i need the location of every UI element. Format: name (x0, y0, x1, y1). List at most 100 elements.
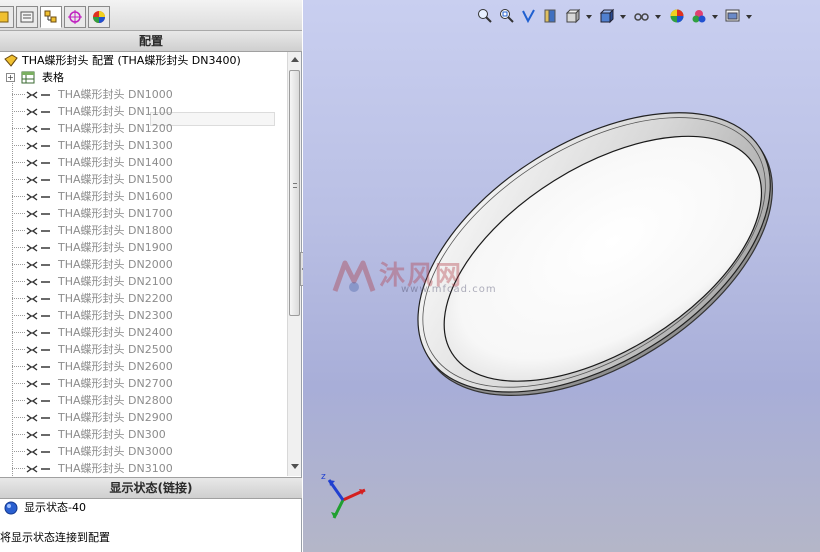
suppressed-dash-icon (41, 417, 50, 419)
dimxpert-icon (68, 10, 82, 24)
configuration-label: THA蝶形封头 DN2100 (58, 275, 173, 288)
suppressed-dash-icon (41, 366, 50, 368)
suppressed-dash-icon (41, 451, 50, 453)
configuration-label: THA蝶形封头 DN2400 (58, 326, 173, 339)
tree-connector (12, 417, 25, 418)
tab-configuration-manager[interactable] (40, 6, 62, 28)
configuration-row[interactable]: THA蝶形封头 DN1500 (0, 171, 287, 188)
configuration-icon (26, 448, 38, 456)
suppressed-dash-icon (41, 196, 50, 198)
configuration-row[interactable]: THA蝶形封头 DN2100 (0, 273, 287, 290)
configuration-label: THA蝶形封头 DN1700 (58, 207, 173, 220)
configuration-label: THA蝶形封头 DN3000 (58, 445, 173, 458)
configuration-icon (26, 465, 38, 473)
display-state-label: 显示状态-40 (24, 501, 86, 514)
configuration-row[interactable]: THA蝶形封头 DN1800 (0, 222, 287, 239)
tree-connector (12, 400, 25, 401)
suppressed-dash-icon (41, 468, 50, 470)
configuration-icon (26, 363, 38, 371)
configuration-label: THA蝶形封头 DN1300 (58, 139, 173, 152)
configuration-icon (26, 329, 38, 337)
expand-plus-icon[interactable]: + (6, 73, 15, 82)
tree-connector (12, 128, 25, 129)
configuration-row[interactable]: THA蝶形封头 DN2200 (0, 290, 287, 307)
display-manager-icon (93, 11, 105, 23)
suppressed-dash-icon (41, 213, 50, 215)
configuration-label: THA蝶形封头 DN1200 (58, 122, 173, 135)
configuration-row[interactable]: THA蝶形封头 DN1000 (0, 86, 287, 103)
configuration-icon (26, 346, 38, 354)
tab-display-manager[interactable] (88, 6, 110, 28)
configuration-row[interactable]: THA蝶形封头 DN300 (0, 426, 287, 443)
configuration-icon (26, 193, 38, 201)
configuration-row[interactable]: THA蝶形封头 DN2700 (0, 375, 287, 392)
tree-connector (12, 315, 25, 316)
configuration-row[interactable]: THA蝶形封头 DN2500 (0, 341, 287, 358)
axis-z-label: z (321, 472, 326, 482)
suppressed-dash-icon (41, 281, 50, 283)
configuration-row[interactable]: THA蝶形封头 DN2900 (0, 409, 287, 426)
tree-connector (12, 247, 25, 248)
configuration-manager-icon (44, 10, 57, 23)
tab-feature-manager[interactable] (0, 6, 14, 28)
tree-connector (12, 281, 25, 282)
suppressed-dash-icon (41, 94, 50, 96)
configuration-tree[interactable]: THA蝶形封头 配置 (THA蝶形封头 DN3400) + 表格 THA蝶形封头… (0, 52, 287, 476)
configuration-icon (26, 261, 38, 269)
configuration-row[interactable]: THA蝶形封头 DN1700 (0, 205, 287, 222)
configuration-icon (26, 312, 38, 320)
configurations-header: 配置 (0, 31, 302, 52)
configuration-icon (26, 159, 38, 167)
tree-connector (12, 434, 25, 435)
tree-scrollbar[interactable] (287, 52, 301, 476)
watermark-url: www.mfcad.com (401, 284, 497, 295)
configuration-icon (26, 431, 38, 439)
configuration-label: THA蝶形封头 DN1800 (58, 224, 173, 237)
configuration-row[interactable]: THA蝶形封头 DN2000 (0, 256, 287, 273)
display-state-icon (4, 501, 18, 515)
configuration-icon (26, 210, 38, 218)
graphics-area[interactable]: 沐风网 www.mfcad.com z (303, 0, 820, 552)
configuration-row[interactable]: THA蝶形封头 DN2300 (0, 307, 287, 324)
design-table-icon (21, 71, 35, 84)
configuration-row[interactable]: THA蝶形封头 DN2400 (0, 324, 287, 341)
configuration-row[interactable]: THA蝶形封头 DN3100 (0, 460, 287, 476)
suppressed-dash-icon (41, 145, 50, 147)
configuration-label: THA蝶形封头 DN1000 (58, 88, 173, 101)
configuration-row[interactable]: THA蝶形封头 DN1300 (0, 137, 287, 154)
suppressed-dash-icon (41, 179, 50, 181)
scroll-up-arrow-icon[interactable] (291, 57, 299, 62)
configuration-row[interactable]: THA蝶形封头 DN1400 (0, 154, 287, 171)
configuration-row[interactable]: THA蝶形封头 DN1600 (0, 188, 287, 205)
configuration-label: THA蝶形封头 DN1100 (58, 105, 173, 118)
tab-property-manager[interactable] (16, 6, 38, 28)
scroll-down-arrow-icon[interactable] (291, 464, 299, 469)
configuration-row[interactable]: THA蝶形封头 DN3000 (0, 443, 287, 460)
configuration-row[interactable]: THA蝶形封头 DN1900 (0, 239, 287, 256)
link-display-state-hint: 将显示状态连接到配置 (0, 531, 110, 544)
configuration-icon (26, 176, 38, 184)
configuration-icon (26, 142, 38, 150)
configuration-label: THA蝶形封头 DN1400 (58, 156, 173, 169)
configuration-label: THA蝶形封头 DN2000 (58, 258, 173, 271)
suppressed-dash-icon (41, 434, 50, 436)
tab-dimxpert[interactable] (64, 6, 86, 28)
configuration-row[interactable]: THA蝶形封头 DN1200 (0, 120, 287, 137)
tree-connector (12, 111, 25, 112)
tree-connector (12, 468, 25, 469)
configuration-row[interactable]: THA蝶形封头 DN2800 (0, 392, 287, 409)
configuration-icon (26, 278, 38, 286)
suppressed-dash-icon (41, 400, 50, 402)
suppressed-dash-icon (41, 332, 50, 334)
tree-connector (12, 451, 25, 452)
scroll-thumb[interactable] (289, 70, 300, 316)
configuration-icon (26, 380, 38, 388)
tree-connector (12, 366, 25, 367)
tree-connector (12, 145, 25, 146)
configuration-row[interactable]: THA蝶形封头 DN2600 (0, 358, 287, 375)
configuration-label: THA蝶形封头 DN2900 (58, 411, 173, 424)
display-states-header: 显示状态(链接) (0, 477, 302, 499)
configuration-row[interactable]: THA蝶形封头 DN1100 (0, 103, 287, 120)
suppressed-dash-icon (41, 349, 50, 351)
tree-connector (12, 230, 25, 231)
